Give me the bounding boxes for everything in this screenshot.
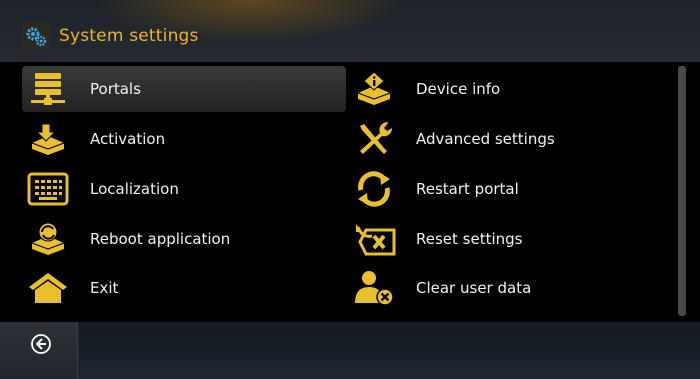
restart-icon xyxy=(348,166,400,212)
back-button[interactable] xyxy=(30,333,52,355)
menu-item-label: Device info xyxy=(416,80,501,98)
reload-box-icon xyxy=(22,216,74,262)
header: System settings xyxy=(22,22,199,50)
menu-item-advanced-settings[interactable]: Advanced settings xyxy=(348,116,672,162)
menu-item-device-info[interactable]: Device info xyxy=(348,66,672,112)
menu-item-reboot-application[interactable]: Reboot application xyxy=(22,216,346,262)
info-box-icon xyxy=(348,66,400,112)
user-clear-icon xyxy=(348,265,400,311)
menu-item-label: Reset settings xyxy=(416,230,523,248)
footer-right xyxy=(78,322,700,379)
menu-item-label: Clear user data xyxy=(416,279,532,297)
page-title: System settings xyxy=(59,26,199,46)
gears-icon xyxy=(22,22,50,50)
menu-item-exit[interactable]: Exit xyxy=(22,265,346,311)
menu-item-restart-portal[interactable]: Restart portal xyxy=(348,166,672,212)
menu-item-clear-user-data[interactable]: Clear user data xyxy=(348,265,672,311)
menu-item-label: Exit xyxy=(90,279,119,297)
menu-item-label: Activation xyxy=(90,130,166,148)
menu-item-reset-settings[interactable]: Reset settings xyxy=(348,216,672,262)
reset-icon xyxy=(348,216,400,262)
menu-item-label: Portals xyxy=(90,80,141,98)
keyboard-icon xyxy=(22,166,74,212)
scrollbar[interactable] xyxy=(678,66,686,316)
menu-item-portals[interactable]: Portals xyxy=(22,66,346,112)
home-icon xyxy=(22,265,74,311)
tools-icon xyxy=(348,116,400,162)
server-icon xyxy=(22,66,74,112)
menu-item-activation[interactable]: Activation xyxy=(22,116,346,162)
menu-item-label: Reboot application xyxy=(90,230,231,248)
back-icon xyxy=(31,334,51,354)
download-box-icon xyxy=(22,116,74,162)
menu-item-label: Restart portal xyxy=(416,180,519,198)
menu-item-label: Localization xyxy=(90,180,179,198)
menu-item-localization[interactable]: Localization xyxy=(22,166,346,212)
menu-item-label: Advanced settings xyxy=(416,130,555,148)
